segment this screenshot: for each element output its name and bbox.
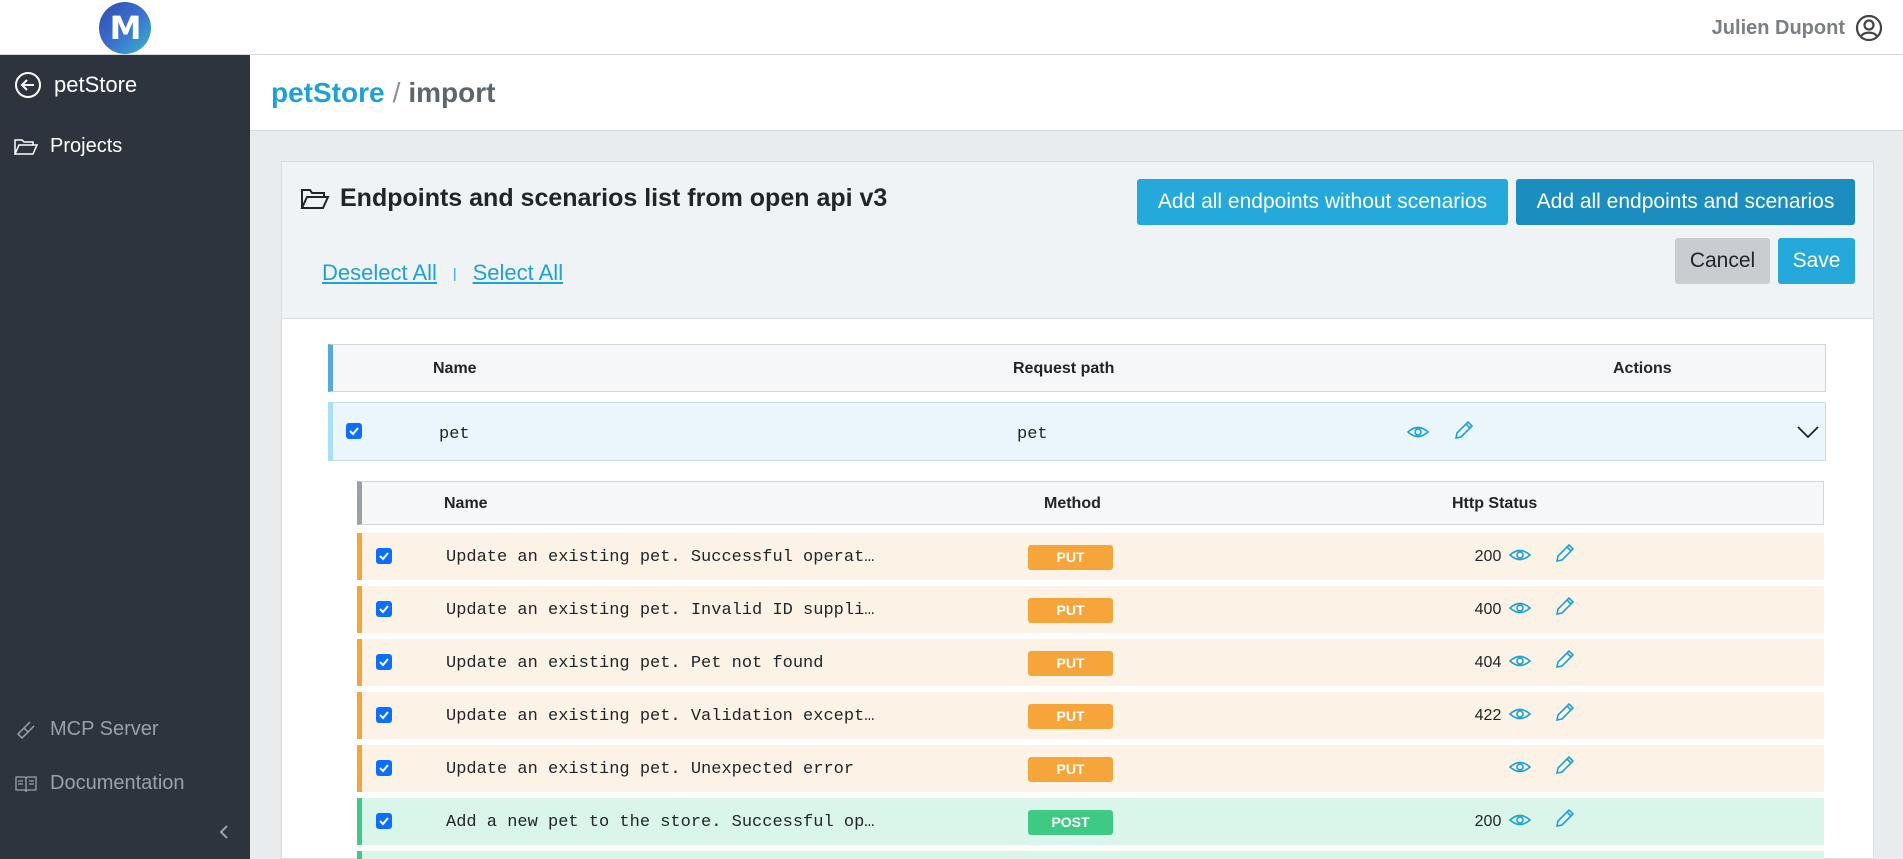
card-title: Endpoints and scenarios list from open a… [300, 184, 887, 213]
eye-icon[interactable] [1406, 420, 1430, 444]
sidebar-item-label: Documentation [50, 772, 185, 794]
scenario-checkbox[interactable] [376, 548, 392, 564]
scenario-checkbox[interactable] [376, 813, 392, 829]
user-name: Julien Dupont [1711, 16, 1845, 39]
import-card: Endpoints and scenarios list from open a… [281, 161, 1874, 859]
cancel-button[interactable]: Cancel [1675, 238, 1770, 284]
deselect-all-link[interactable]: Deselect All [322, 260, 437, 286]
collapse-sidebar-icon[interactable] [217, 821, 231, 847]
scenarios-table-header: Name Method Http Status [357, 481, 1824, 525]
sidebar-item-mcp-server[interactable]: MCP Server [14, 718, 159, 741]
http-status: 422 [1474, 707, 1502, 724]
eye-icon[interactable] [1508, 543, 1532, 567]
back-arrow-icon [15, 72, 41, 98]
breadcrumb-bar: petStore / import [250, 55, 1903, 131]
pencil-icon[interactable] [1553, 700, 1577, 724]
app-logo[interactable]: M [99, 2, 151, 54]
scenario-checkbox[interactable] [376, 760, 392, 776]
pencil-icon[interactable] [1553, 806, 1577, 830]
method-badge: POST [1028, 810, 1113, 835]
breadcrumb-project-link[interactable]: petStore [271, 77, 385, 108]
selection-separator: | [452, 265, 457, 281]
scenario-row[interactable]: Update an existing pet. Pet not found PU… [357, 639, 1824, 686]
scenario-checkbox[interactable] [376, 707, 392, 723]
column-header-http-status: Http Status [1452, 495, 1538, 512]
method-badge: PUT [1028, 598, 1113, 623]
http-status: 200 [1474, 813, 1502, 830]
sidebar-item-projects[interactable]: Projects [14, 135, 122, 158]
breadcrumb-current: import [408, 77, 496, 108]
logo-letter: M [109, 9, 142, 47]
save-button[interactable]: Save [1778, 238, 1855, 284]
http-status: 404 [1474, 654, 1502, 671]
scenario-checkbox[interactable] [376, 601, 392, 617]
scenario-row[interactable]: Add a new pet to the store. Successful o… [357, 798, 1824, 845]
scenario-row[interactable]: Update an existing pet. Successful opera… [357, 533, 1824, 580]
eye-icon[interactable] [1508, 808, 1532, 832]
eye-icon[interactable] [1508, 596, 1532, 620]
scenario-name: Update an existing pet. Successful opera… [446, 548, 875, 567]
endpoint-row[interactable]: pet pet [328, 402, 1826, 461]
sidebar-project-name: petStore [54, 72, 138, 97]
method-badge: PUT [1028, 704, 1113, 729]
chevron-down-icon[interactable] [1796, 420, 1820, 444]
pencil-icon[interactable] [1553, 541, 1577, 565]
column-header-request-path: Request path [1013, 360, 1115, 377]
column-header-name: Name [433, 360, 477, 377]
method-badge: PUT [1028, 545, 1113, 570]
card-title-text: Endpoints and scenarios list from open a… [340, 184, 888, 212]
pencil-icon[interactable] [1553, 647, 1577, 671]
top-bar: M Julien Dupont [0, 0, 1903, 55]
folder-open-icon [14, 138, 38, 155]
book-icon [15, 775, 37, 792]
method-badge: PUT [1028, 757, 1113, 782]
scenario-row[interactable]: Update an existing pet. Invalid ID suppl… [357, 586, 1824, 633]
pencil-icon[interactable] [1553, 753, 1577, 777]
scenario-name: Update an existing pet. Invalid ID suppl… [446, 601, 875, 620]
endpoint-checkbox[interactable] [346, 423, 362, 439]
scenario-name: Add a new pet to the store. Successful o… [446, 813, 875, 832]
user-menu[interactable]: Julien Dupont [1712, 14, 1883, 42]
eye-icon[interactable] [1508, 702, 1532, 726]
scenario-row[interactable]: Update an existing pet. Unexpected error… [357, 745, 1824, 792]
breadcrumb: petStore / import [271, 77, 495, 109]
method-badge: PUT [1028, 651, 1113, 676]
breadcrumb-separator: / [392, 77, 401, 108]
sidebar: petStore Projects MCP Server Documentati… [0, 55, 250, 859]
http-status: 200 [1474, 548, 1502, 565]
scenario-name: Update an existing pet. Unexpected error [446, 760, 855, 779]
column-header-method: Method [1044, 495, 1101, 512]
scenario-name: Update an existing pet. Pet not found [446, 654, 824, 673]
endpoint-name: pet [439, 425, 470, 444]
sidebar-item-documentation[interactable]: Documentation [14, 772, 185, 795]
endpoints-table-header: Name Request path Actions [328, 344, 1826, 392]
add-endpoints-without-scenarios-button[interactable]: Add all endpoints without scenarios [1137, 179, 1508, 225]
sidebar-item-label: MCP Server [50, 718, 159, 740]
eye-icon[interactable] [1508, 649, 1532, 673]
user-avatar-icon[interactable] [1855, 14, 1883, 42]
selection-links: Deselect All | Select All [322, 260, 563, 286]
select-all-link[interactable]: Select All [473, 260, 564, 286]
folder-open-icon [300, 188, 330, 209]
pencil-icon[interactable] [1553, 594, 1577, 618]
back-to-project[interactable]: petStore [14, 71, 137, 99]
scenario-checkbox[interactable] [376, 654, 392, 670]
scenario-row[interactable]: Update an existing pet. Validation excep… [357, 692, 1824, 739]
pencil-icon[interactable] [1452, 418, 1476, 442]
plug-icon [16, 720, 35, 739]
http-status: 400 [1474, 601, 1502, 618]
sidebar-item-label: Projects [50, 135, 123, 157]
endpoint-path: pet [1017, 425, 1048, 444]
add-endpoints-and-scenarios-button[interactable]: Add all endpoints and scenarios [1516, 179, 1855, 225]
eye-icon[interactable] [1508, 755, 1532, 779]
column-header-name: Name [444, 495, 488, 512]
scenario-row-partial [357, 851, 1824, 859]
card-header: Endpoints and scenarios list from open a… [282, 162, 1873, 319]
scenario-name: Update an existing pet. Validation excep… [446, 707, 875, 726]
column-header-actions: Actions [1613, 360, 1672, 377]
